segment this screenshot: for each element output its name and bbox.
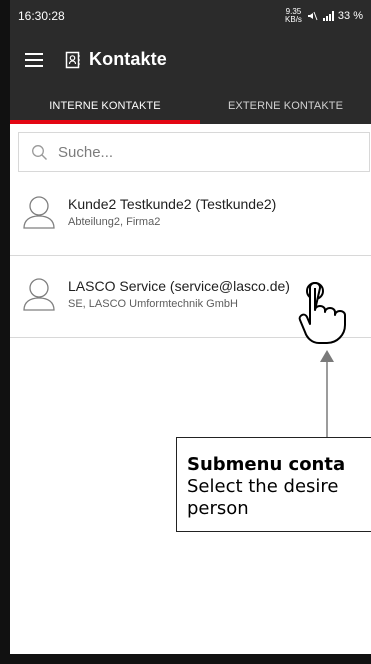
callout-title: Submenu conta <box>187 454 346 475</box>
mute-icon <box>307 11 318 20</box>
battery-percent: 33 % <box>337 9 363 22</box>
contact-name: Kunde2 Testkunde2 (Testkunde2) <box>68 196 277 212</box>
tabs: INTERNE KONTAKTE EXTERNE KONTAKTE <box>10 88 371 124</box>
arrow-head-icon <box>320 350 334 362</box>
callout-line-1: Select the desire <box>187 476 339 497</box>
contact-list-item[interactable]: Kunde2 Testkunde2 (Testkunde2) Abteilung… <box>10 174 371 256</box>
tap-hand-icon <box>298 282 346 344</box>
search-input[interactable]: Suche... <box>18 132 370 172</box>
status-right: 9.35 KB/s 33 % <box>285 7 363 24</box>
contact-details: Abteilung2, Firma2 <box>68 216 161 228</box>
tab-internal-label: INTERNE KONTAKTE <box>49 100 161 112</box>
contacts-content: Suche... Kunde2 Testkunde2 (Testkunde2) … <box>10 124 371 654</box>
callout-line-2: person <box>187 498 249 519</box>
search-placeholder: Suche... <box>58 143 114 161</box>
person-icon <box>23 196 55 229</box>
contact-name: LASCO Service (service@lasco.de) <box>68 278 290 294</box>
tab-external-label: EXTERNE KONTAKTE <box>227 100 344 112</box>
contacts-book-icon <box>65 51 80 68</box>
network-speed: 9.35 KB/s <box>285 7 302 24</box>
tab-external-contacts[interactable]: EXTERNE KONTAKTE <box>200 88 371 124</box>
menu-icon[interactable] <box>25 52 43 67</box>
tutorial-callout: Submenu conta Select the desire person <box>176 437 371 532</box>
contact-details: SE, LASCO Umformtechnik GmbH <box>68 298 238 310</box>
callout-arrow <box>326 361 328 437</box>
phone-screen: 16:30:28 9.35 KB/s 33 % Kontakte INTERNE… <box>0 0 371 664</box>
network-speed-unit: KB/s <box>285 14 302 24</box>
device-frame-left <box>0 0 10 664</box>
person-icon <box>23 278 55 311</box>
search-icon <box>32 144 47 160</box>
device-frame-bottom <box>0 654 371 664</box>
tab-internal-contacts[interactable]: INTERNE KONTAKTE <box>10 88 200 124</box>
app-bar: Kontakte <box>10 31 371 88</box>
status-time: 16:30:28 <box>18 8 65 23</box>
status-bar: 16:30:28 9.35 KB/s 33 % <box>10 0 371 31</box>
signal-icon <box>322 10 334 21</box>
page-title: Kontakte <box>89 49 167 69</box>
